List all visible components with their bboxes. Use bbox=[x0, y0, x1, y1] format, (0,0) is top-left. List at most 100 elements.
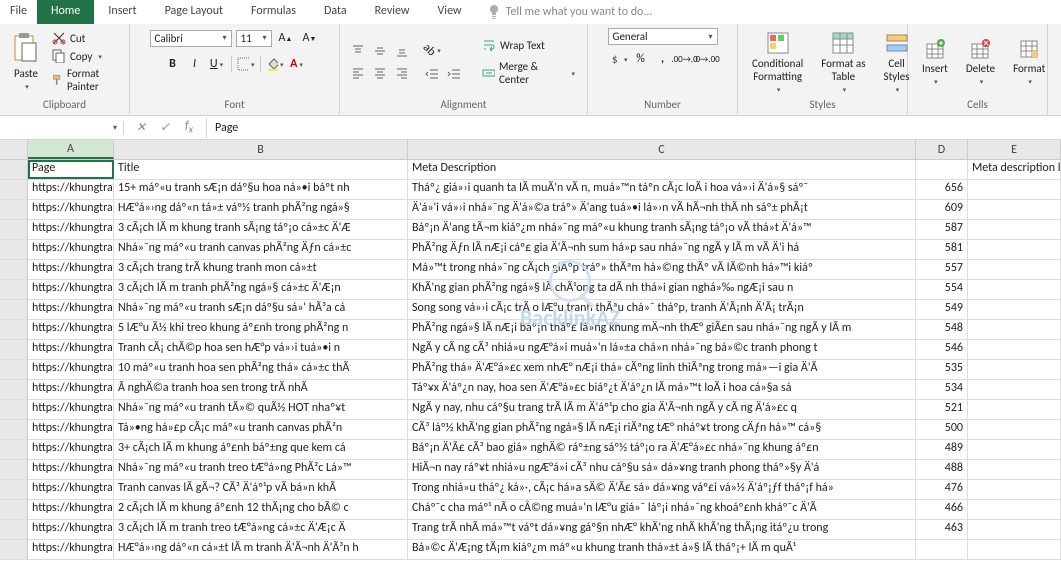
formula-input[interactable]: Page bbox=[207, 119, 1061, 137]
cell[interactable] bbox=[968, 400, 1061, 419]
format-cells-button[interactable]: Format▾ bbox=[1007, 36, 1051, 88]
cell[interactable]: https://khungtran bbox=[28, 400, 114, 419]
cell[interactable] bbox=[968, 320, 1061, 339]
cell[interactable]: PhÃ²ng ngá»§ lÃ nÆ¡i báº¡n tháº£ lá»ng k… bbox=[408, 320, 916, 339]
cell[interactable]: 5 lÆ°u Ã½ khi treo khung áº£nh trong phÃ… bbox=[114, 320, 408, 339]
accounting-format-button[interactable]: $▾ bbox=[609, 49, 629, 69]
cell[interactable]: PhÃ²ng Äƒn lÃ nÆ¡i cáº£ gia Ä'Ã¬nh sum h… bbox=[408, 240, 916, 259]
cell[interactable]: Má»™t trong nhá»¯ng cÃ¡ch giÃºp tráº» th… bbox=[408, 260, 916, 279]
cell[interactable]: https://khungtran bbox=[28, 340, 114, 359]
cell[interactable]: 500 bbox=[916, 420, 968, 439]
cell[interactable] bbox=[968, 240, 1061, 259]
cell[interactable]: 548 bbox=[916, 320, 968, 339]
cell[interactable]: 546 bbox=[916, 340, 968, 359]
cell[interactable]: https://khungtran bbox=[28, 480, 114, 499]
cell[interactable]: 466 bbox=[916, 500, 968, 519]
decrease-decimal-button[interactable]: .0→.00 bbox=[697, 49, 717, 69]
font-color-button[interactable]: A▾ bbox=[287, 54, 307, 74]
increase-indent-button[interactable] bbox=[444, 64, 464, 84]
cut-button[interactable]: Cut bbox=[50, 30, 121, 46]
cell[interactable] bbox=[968, 340, 1061, 359]
cell[interactable] bbox=[916, 540, 968, 559]
cell[interactable]: Ä'á»'i vá»›i nhá»¯ng Ä'á»©a tráº» Ä'ang … bbox=[408, 200, 916, 219]
cell[interactable]: HiÃ¬n nay ráº¥t nhiá»u ngÆ°á»i cÃ³ nhu c… bbox=[408, 460, 916, 479]
col-header-a[interactable]: A bbox=[28, 140, 114, 159]
cell[interactable]: 587 bbox=[916, 220, 968, 239]
cell[interactable]: Báº¡n Ä'ang tÃ¬m kiáº¿m nhá»¯ng máº«u kh… bbox=[408, 220, 916, 239]
cell[interactable]: 3 cÃ¡ch lÃ m tranh phÃ²ng ngá»§ cá»±c Ä'… bbox=[114, 280, 408, 299]
percent-button[interactable]: % bbox=[631, 49, 651, 69]
cell[interactable]: Page bbox=[28, 160, 114, 179]
tab-review[interactable]: Review bbox=[361, 0, 424, 24]
cell[interactable]: https://khungtran bbox=[28, 500, 114, 519]
cell[interactable]: Trang trÃ­ nhÃ má»™t váº­t dá»¥ng gáº§n … bbox=[408, 520, 916, 539]
tab-insert[interactable]: Insert bbox=[94, 0, 150, 24]
cell[interactable]: Tranh cÃ¡ chÃ©p hoa sen hÆ°p vá»›i tuá»•… bbox=[114, 340, 408, 359]
cell[interactable] bbox=[968, 460, 1061, 479]
cell[interactable] bbox=[968, 500, 1061, 519]
cell[interactable]: Nhá»¯ng máº«u tranh sÆ¡n dáº§u sá»' hÃ³a… bbox=[114, 300, 408, 319]
cell[interactable]: Nhá»¯ng máº«u tranh tÃ»© quÃ½ HOT nhaº¥t bbox=[114, 400, 408, 419]
cell[interactable]: https://khungtran bbox=[28, 520, 114, 539]
spreadsheet-grid[interactable]: PageTitleMeta DescriptionMeta descriptio… bbox=[0, 160, 1061, 560]
increase-font-button[interactable]: A▲ bbox=[276, 28, 296, 48]
cell[interactable] bbox=[916, 160, 968, 179]
format-painter-button[interactable]: Format Painter bbox=[50, 66, 121, 94]
cell[interactable]: Táº¥x Ä'áº¿n nay, hoa sen Ä'Æ°á»£c biáº¿… bbox=[408, 380, 916, 399]
cell[interactable]: 554 bbox=[916, 280, 968, 299]
align-left-button[interactable] bbox=[348, 63, 368, 83]
cell[interactable]: 489 bbox=[916, 440, 968, 459]
cell[interactable]: 15+ máº«u tranh sÆ¡n dáº§u hoa ná»•i báº… bbox=[114, 180, 408, 199]
italic-button[interactable]: I bbox=[185, 54, 205, 74]
cell[interactable] bbox=[968, 280, 1061, 299]
tab-page-layout[interactable]: Page Layout bbox=[151, 0, 237, 24]
insert-cells-button[interactable]: Insert▾ bbox=[916, 36, 954, 88]
cell[interactable]: Tháº¿ giá»›i quanh ta lÃ muÃ'n vÃ n, muá… bbox=[408, 180, 916, 199]
borders-button[interactable]: ▾ bbox=[236, 54, 256, 74]
tab-file[interactable]: File bbox=[0, 0, 37, 24]
col-header-c[interactable]: C bbox=[408, 140, 916, 159]
decrease-indent-button[interactable] bbox=[422, 64, 442, 84]
select-all-corner[interactable] bbox=[0, 140, 28, 159]
underline-button[interactable]: U▾ bbox=[207, 54, 227, 74]
cell[interactable]: https://khungtran bbox=[28, 440, 114, 459]
cell[interactable]: https://khungtran bbox=[28, 180, 114, 199]
tab-formulas[interactable]: Formulas bbox=[237, 0, 310, 24]
cell[interactable]: PhÃ²ng thá» Ä'Æ°á»£c xem nhÆ° nÆ¡i thá» … bbox=[408, 360, 916, 379]
cell[interactable]: 535 bbox=[916, 360, 968, 379]
cell[interactable]: 521 bbox=[916, 400, 968, 419]
cell[interactable] bbox=[968, 360, 1061, 379]
cell[interactable]: 534 bbox=[916, 380, 968, 399]
enter-formula-button[interactable]: ✓ bbox=[154, 118, 176, 138]
align-center-button[interactable] bbox=[370, 63, 390, 83]
cell[interactable] bbox=[968, 220, 1061, 239]
format-as-table-button[interactable]: Format as Table▾ bbox=[815, 29, 871, 96]
copy-button[interactable]: Copy▾ bbox=[50, 48, 121, 64]
tab-data[interactable]: Data bbox=[310, 0, 361, 24]
cell[interactable]: Ã nghÄ©a tranh hoa sen trong trÃ­ nhÃ bbox=[114, 380, 408, 399]
cell[interactable]: 609 bbox=[916, 200, 968, 219]
fx-button[interactable]: fx bbox=[178, 118, 200, 138]
cell[interactable]: 488 bbox=[916, 460, 968, 479]
cell[interactable]: https://khungtran bbox=[28, 420, 114, 439]
cell[interactable]: Nhá»¯ng máº«u tranh canvas phÃ²ng Äƒn cá… bbox=[114, 240, 408, 259]
wrap-text-button[interactable]: Wrap Text bbox=[478, 36, 579, 54]
cell[interactable]: https://khungtran bbox=[28, 380, 114, 399]
cell[interactable]: 476 bbox=[916, 480, 968, 499]
increase-decimal-button[interactable]: .00→.0 bbox=[675, 49, 695, 69]
cell[interactable]: Meta Description bbox=[408, 160, 916, 179]
cell[interactable]: KhÃ'ng gian phÃ²ng ngá»§ lÃ chÃ¹ong ta d… bbox=[408, 280, 916, 299]
cell[interactable]: 3 cÃ¡ch trang trÃ­ khung tranh mon cá»±t bbox=[114, 260, 408, 279]
cell[interactable]: 2 cÃ¡ch lÃ m khung áº£nh 12 thÃ¡ng cho b… bbox=[114, 500, 408, 519]
decrease-font-button[interactable]: A▼ bbox=[300, 28, 320, 48]
cell[interactable]: https://khungtran bbox=[28, 240, 114, 259]
cell[interactable]: 3 cÃ¡ch lÃ m tranh treo tÆ°á»ng cá»±c Ä'… bbox=[114, 520, 408, 539]
cell[interactable]: 3 cÃ¡ch lÃ m khung tranh sÃ¡ng táº¡o cá»… bbox=[114, 220, 408, 239]
cell[interactable]: Tá»•ng há»£p cÃ¡c máº«u tranh canvas phÃ… bbox=[114, 420, 408, 439]
cell[interactable]: Nhá»¯ng máº«u tranh treo tÆ°á»ng PhÃ²c L… bbox=[114, 460, 408, 479]
cell[interactable]: Cháº¯c cha máº¹ nÃ o cÅ©ng muá»'n lÆ°u g… bbox=[408, 500, 916, 519]
paste-button[interactable]: Paste▾ bbox=[8, 31, 44, 93]
cell[interactable]: https://khungtran bbox=[28, 320, 114, 339]
align-bottom-button[interactable] bbox=[392, 41, 412, 61]
cell[interactable]: https://khungtran bbox=[28, 460, 114, 479]
